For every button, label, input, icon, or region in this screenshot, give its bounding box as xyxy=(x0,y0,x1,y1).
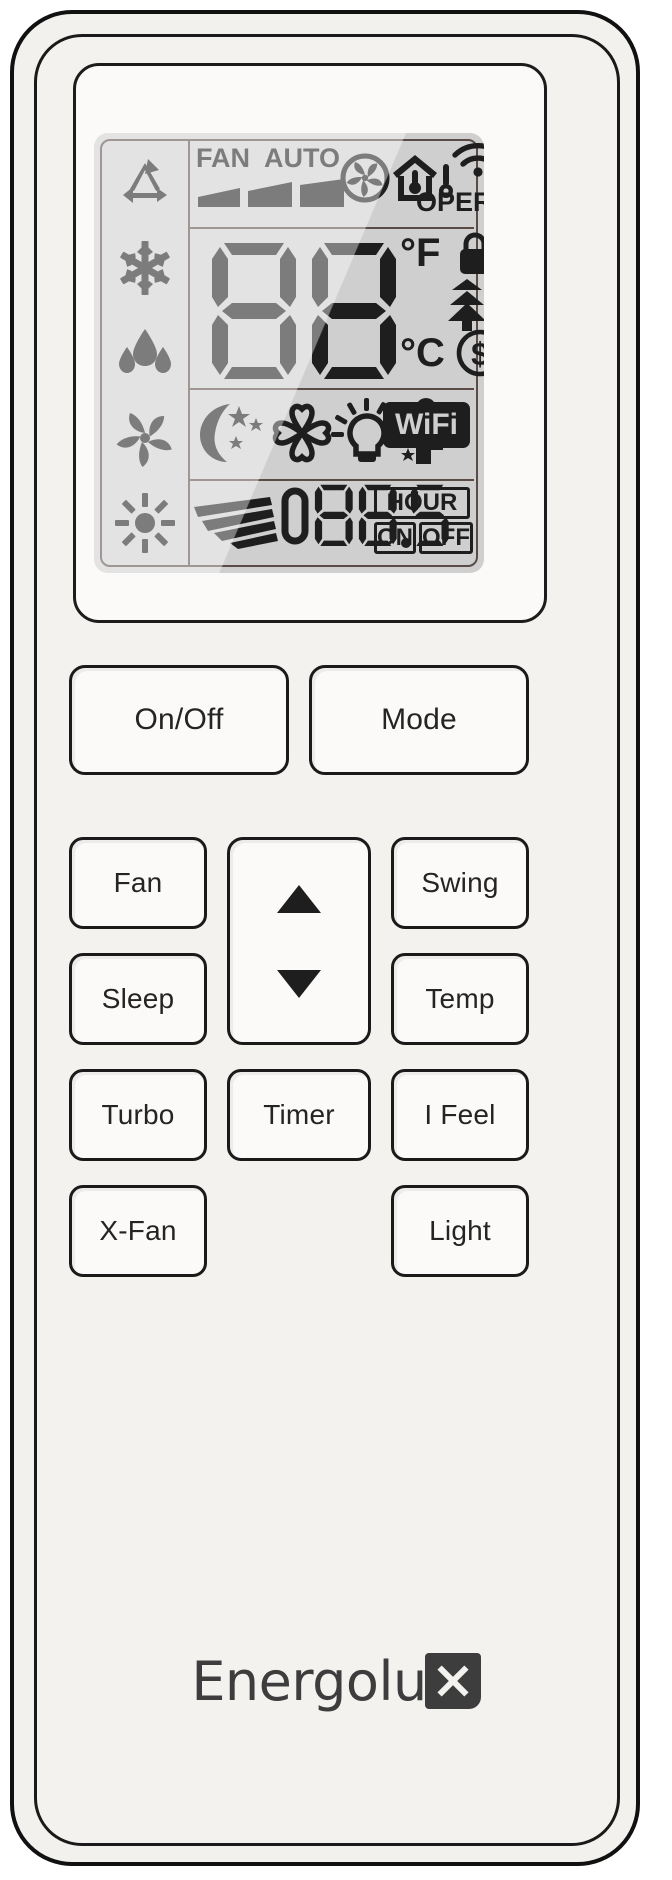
timer-lead-digit xyxy=(280,487,310,545)
mode-button[interactable]: Mode xyxy=(309,665,529,775)
on-badge: ON xyxy=(374,522,416,555)
lock-icon xyxy=(456,232,484,275)
lcd-timer-row: HOUR ON OFF xyxy=(188,481,474,565)
fan-speed-bars-icon xyxy=(196,179,348,211)
fan-blower-icon xyxy=(340,153,390,203)
timer-badges: HOUR ON OFF xyxy=(374,487,473,555)
x-fan-clover-icon xyxy=(270,403,334,463)
timer-button[interactable]: Timer xyxy=(227,1069,371,1161)
brand-x-mark-icon xyxy=(424,1653,481,1709)
brand-name-text: Energolu xyxy=(191,1649,427,1713)
fan-mode-pinwheel-icon xyxy=(102,395,188,480)
temperature-digits xyxy=(210,239,400,379)
lcd-top-status-row: FAN AUTO OPER xyxy=(188,141,484,229)
cool-mode-snowflake-icon xyxy=(102,226,188,311)
off-badge: OFF xyxy=(419,522,473,555)
fan-label: FAN xyxy=(196,143,250,173)
wifi-badge: WiFi xyxy=(382,401,470,448)
swing-louver-icon xyxy=(192,495,280,551)
turbo-button[interactable]: Turbo xyxy=(69,1069,207,1161)
up-down-arrow-pad[interactable] xyxy=(227,837,371,1045)
remote-control-screenshot: FAN AUTO OPER °F °C $ WiFi HOUR ON OFF O… xyxy=(0,0,672,1880)
up-arrow-icon[interactable] xyxy=(277,884,321,913)
light-button[interactable]: Light xyxy=(391,1185,529,1277)
i-feel-button[interactable]: I Feel xyxy=(391,1069,529,1161)
tree-air-icon xyxy=(446,278,484,331)
wifi-signal-icon xyxy=(450,139,484,179)
energy-saving-dollar-icon: $ xyxy=(456,329,484,377)
auto-label: AUTO xyxy=(264,143,341,173)
lcd-feature-row: WiFi xyxy=(188,390,474,482)
sleep-moon-stars-icon xyxy=(196,400,268,466)
fan-button[interactable]: Fan xyxy=(69,837,207,929)
hour-badge: HOUR xyxy=(374,487,470,520)
celsius-unit-label: °C xyxy=(400,330,445,375)
swing-button[interactable]: Swing xyxy=(391,837,529,929)
oper-label: OPER xyxy=(416,187,484,217)
sleep-button[interactable]: Sleep xyxy=(69,953,207,1045)
remote-body-outer-shell: FAN AUTO OPER °F °C $ WiFi HOUR ON OFF O… xyxy=(10,10,640,1866)
down-arrow-icon[interactable] xyxy=(277,969,321,998)
fahrenheit-unit-label: °F xyxy=(400,230,441,275)
lcd-main-column: FAN AUTO OPER °F °C $ WiFi HOUR ON OFF xyxy=(188,141,484,565)
temp-button[interactable]: Temp xyxy=(391,953,529,1045)
on-off-button[interactable]: On/Off xyxy=(69,665,289,775)
lcd-temperature-row: °F °C $ xyxy=(188,229,484,390)
svg-text:$: $ xyxy=(471,336,484,372)
heat-mode-sun-icon xyxy=(102,480,188,565)
auto-mode-icon xyxy=(102,141,188,226)
brand-logo: Energolu xyxy=(0,1636,672,1726)
lcd-mode-column xyxy=(102,141,188,565)
lcd-display: FAN AUTO OPER °F °C $ WiFi HOUR ON OFF xyxy=(94,133,484,573)
wifi-badge-label: WiFi xyxy=(394,407,458,441)
dry-mode-droplets-icon xyxy=(102,311,188,396)
x-fan-button[interactable]: X-Fan xyxy=(69,1185,207,1277)
remote-body-inner-shell: FAN AUTO OPER °F °C $ WiFi HOUR ON OFF O… xyxy=(34,34,620,1846)
